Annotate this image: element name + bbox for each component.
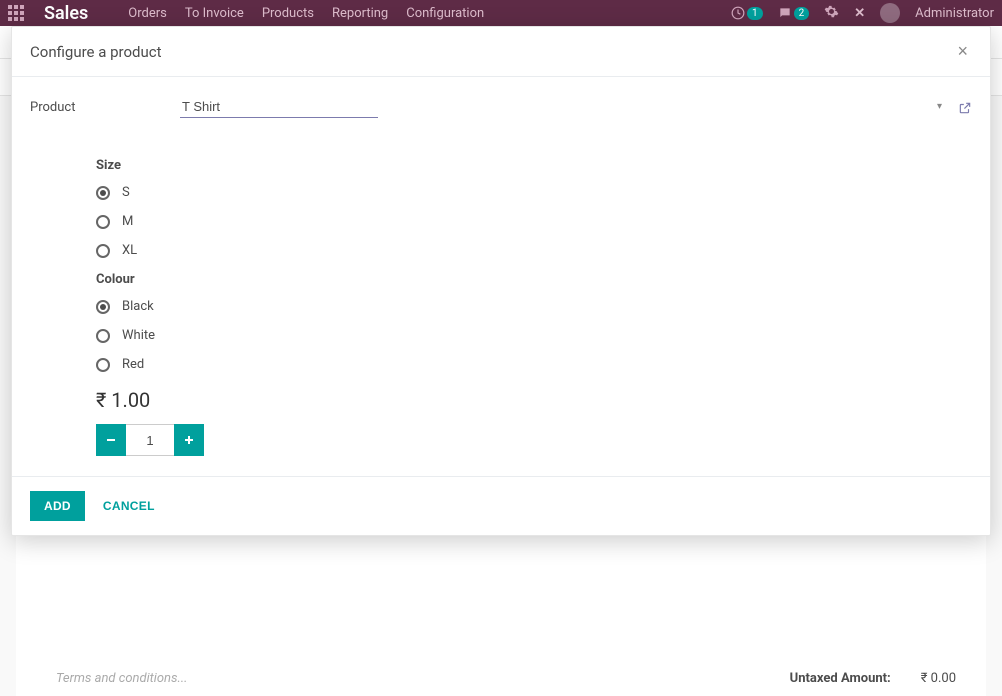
cancel-button[interactable]: CANCEL — [97, 491, 161, 521]
product-select-wrap: ▾ — [180, 97, 946, 118]
size-option-xl[interactable]: XL — [96, 243, 972, 258]
form-footer: Terms and conditions... Untaxed Amount: … — [16, 661, 986, 696]
add-button[interactable]: ADD — [30, 491, 85, 521]
qty-decrement-button[interactable] — [96, 424, 126, 456]
product-label: Product — [30, 100, 180, 115]
product-select[interactable] — [180, 97, 378, 118]
qty-input[interactable] — [126, 424, 174, 456]
modal-title: Configure a product — [30, 43, 162, 61]
product-field-row: Product ▾ — [30, 97, 972, 118]
untaxed-value: ₹ 0.00 — [921, 671, 956, 686]
terms-placeholder[interactable]: Terms and conditions... — [56, 671, 188, 686]
radio-icon — [96, 186, 110, 200]
radio-label: S — [122, 185, 130, 200]
radio-label: M — [122, 214, 133, 229]
radio-icon — [96, 300, 110, 314]
product-input-wrap: ▾ — [180, 97, 972, 118]
radio-icon — [96, 244, 110, 258]
variant-price: ₹ 1.00 — [96, 388, 972, 412]
radio-label: White — [122, 328, 155, 343]
untaxed-label: Untaxed Amount: — [790, 671, 891, 686]
size-option-s[interactable]: S — [96, 185, 972, 200]
qty-increment-button[interactable] — [174, 424, 204, 456]
radio-icon — [96, 358, 110, 372]
quantity-stepper — [96, 424, 204, 456]
radio-icon — [96, 215, 110, 229]
attr-size-label: Size — [96, 158, 972, 173]
colour-option-black[interactable]: Black — [96, 299, 972, 314]
chevron-down-icon: ▾ — [937, 101, 942, 112]
colour-option-white[interactable]: White — [96, 328, 972, 343]
attr-colour-label: Colour — [96, 272, 972, 287]
totals: Untaxed Amount: ₹ 0.00 — [790, 671, 956, 686]
size-option-m[interactable]: M — [96, 214, 972, 229]
configure-product-modal: Configure a product × Product ▾ Size S — [11, 26, 991, 536]
modal-body: Product ▾ Size S M — [12, 77, 990, 476]
radio-icon — [96, 329, 110, 343]
variant-options: Size S M XL Colour Black White — [30, 158, 972, 456]
modal-header: Configure a product × — [12, 27, 990, 77]
close-icon[interactable]: × — [953, 41, 972, 62]
radio-label: XL — [122, 243, 137, 258]
radio-label: Black — [122, 299, 154, 314]
modal-footer: ADD CANCEL — [12, 476, 990, 535]
external-link-icon[interactable] — [958, 101, 972, 115]
colour-option-red[interactable]: Red — [96, 357, 972, 372]
radio-label: Red — [122, 357, 144, 372]
